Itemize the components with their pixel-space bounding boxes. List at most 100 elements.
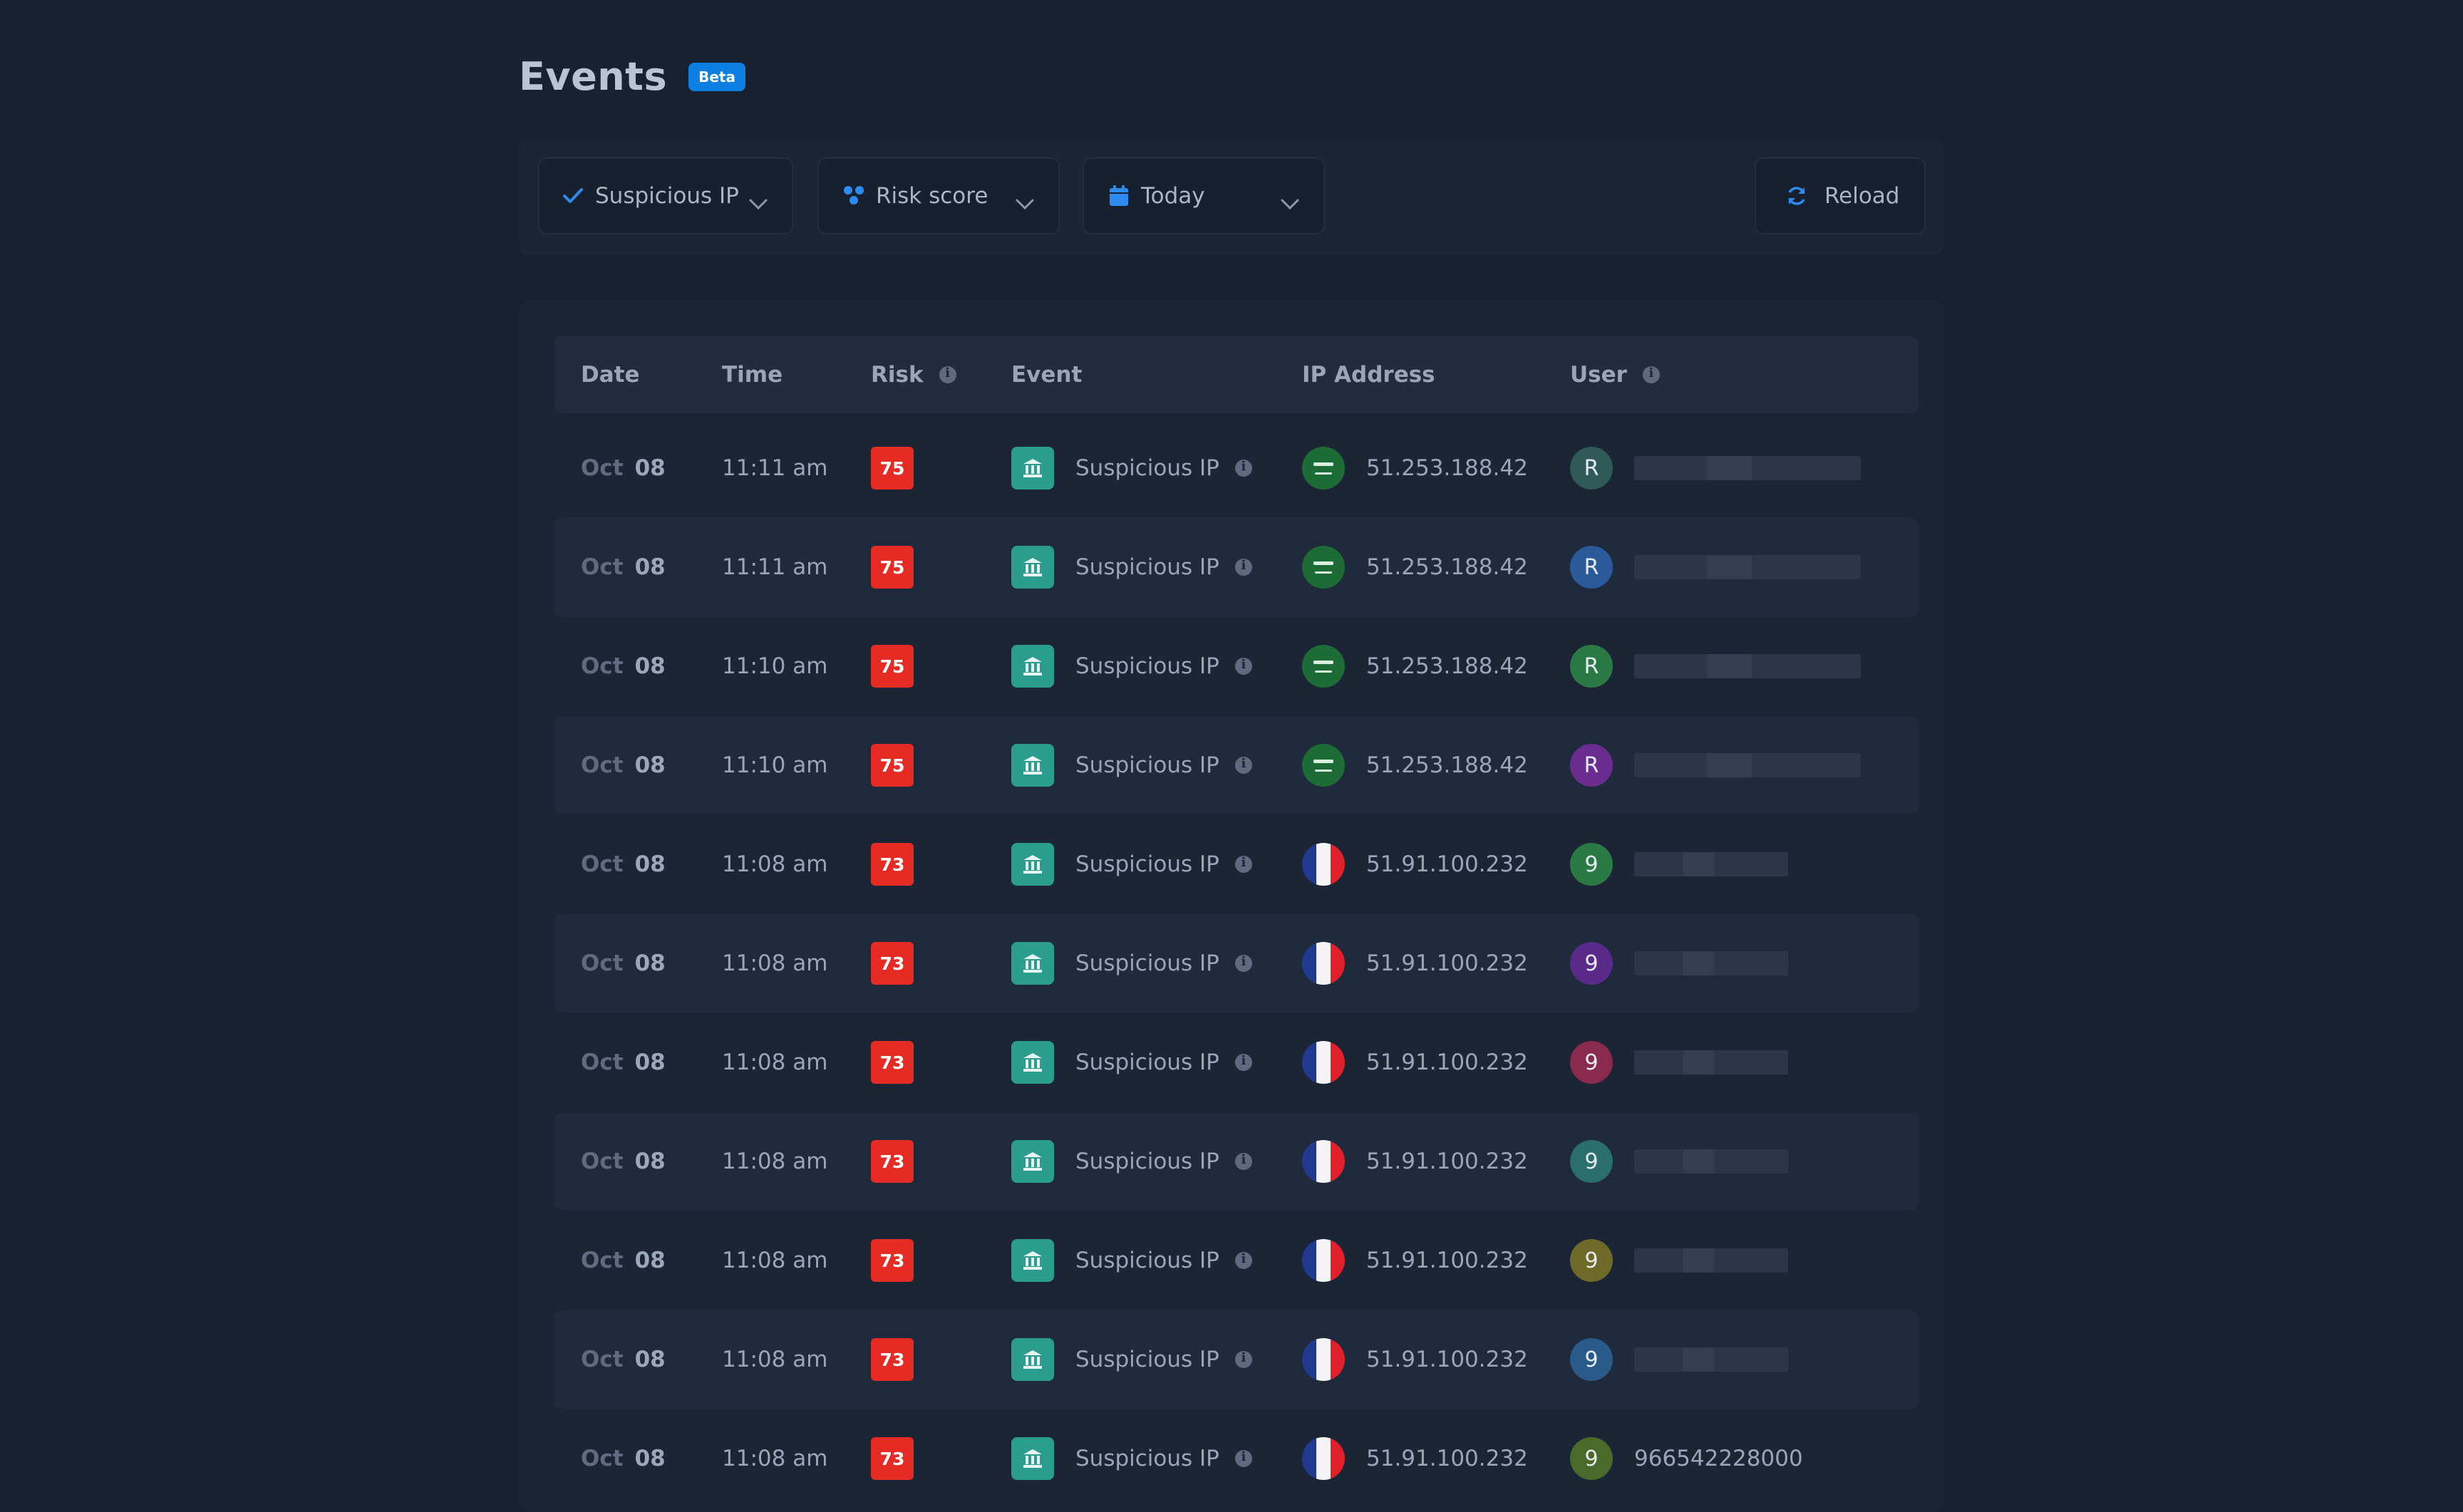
column-event[interactable]: Event xyxy=(1011,362,1082,388)
table-row[interactable]: Oct 08 11:11 am 75 Suspicious IP 51.253.188.4… xyxy=(554,518,1919,616)
table-row[interactable]: Oct 08 11:10 am 75 Suspicious IP 51.253.188.4… xyxy=(554,716,1919,814)
table-row[interactable]: Oct 08 11:08 am 73 Suspicious IP 51.91.100.23… xyxy=(554,1013,1919,1112)
avatar[interactable]: 9 xyxy=(1570,1338,1613,1381)
info-icon[interactable] xyxy=(1234,1251,1252,1269)
user-redacted xyxy=(1634,1347,1788,1372)
avatar[interactable]: 9 xyxy=(1570,1041,1613,1084)
ip-address[interactable]: 51.91.100.232 xyxy=(1366,1446,1528,1471)
column-date[interactable]: Date xyxy=(581,362,640,388)
risk-cell: 75 xyxy=(871,518,914,616)
building-icon xyxy=(1011,546,1054,589)
table-row[interactable]: Oct 08 11:08 am 73 Suspicious IP 51.91.100.23… xyxy=(554,1409,1919,1508)
time-cell: 11:08 am xyxy=(722,1211,827,1310)
info-icon[interactable] xyxy=(1234,954,1252,972)
avatar[interactable]: R xyxy=(1570,645,1613,688)
user-redacted xyxy=(1634,1149,1788,1174)
table-row[interactable]: Oct 08 11:11 am 75 Suspicious IP 51.253.188.4… xyxy=(554,419,1919,517)
month: Oct xyxy=(581,455,624,481)
info-icon[interactable] xyxy=(1234,1053,1252,1071)
ip-address[interactable]: 51.253.188.42 xyxy=(1366,554,1528,580)
info-icon[interactable] xyxy=(1234,1449,1252,1467)
column-ip[interactable]: IP Address xyxy=(1302,362,1435,388)
column-time[interactable]: Time xyxy=(722,362,783,388)
table-row[interactable]: Oct 08 11:08 am 73 Suspicious IP 51.91.100.23… xyxy=(554,1310,1919,1409)
event-cell: Suspicious IP xyxy=(1011,419,1252,517)
table-row[interactable]: Oct 08 11:10 am 75 Suspicious IP 51.253.188.4… xyxy=(554,617,1919,715)
event-cell: Suspicious IP xyxy=(1011,1211,1252,1310)
avatar[interactable]: 9 xyxy=(1570,1437,1613,1480)
avatar[interactable]: R xyxy=(1570,744,1613,787)
ip-address[interactable]: 51.253.188.42 xyxy=(1366,455,1528,481)
risk-cell: 73 xyxy=(871,1310,914,1409)
risk-score-icon xyxy=(842,184,866,208)
info-icon[interactable] xyxy=(939,366,956,383)
risk-badge: 75 xyxy=(871,645,914,688)
risk-badge: 73 xyxy=(871,1437,914,1480)
time: 11:08 am xyxy=(722,1149,828,1174)
saudi-flag-icon xyxy=(1302,447,1345,490)
table-row[interactable]: Oct 08 11:08 am 73 Suspicious IP 51.91.100.23… xyxy=(554,1112,1919,1211)
ip-cell: 51.253.188.42 xyxy=(1302,419,1528,517)
ip-address[interactable]: 51.91.100.232 xyxy=(1366,1347,1528,1372)
france-flag-icon xyxy=(1302,1041,1345,1084)
ip-address[interactable]: 51.91.100.232 xyxy=(1366,1149,1528,1174)
avatar[interactable]: R xyxy=(1570,546,1613,589)
column-ip-label: IP Address xyxy=(1302,362,1435,388)
risk-badge: 73 xyxy=(871,1338,914,1381)
risk-cell: 75 xyxy=(871,716,914,814)
event-cell: Suspicious IP xyxy=(1011,1112,1252,1211)
ip-cell: 51.91.100.232 xyxy=(1302,1013,1528,1112)
time: 11:08 am xyxy=(722,1347,828,1372)
month: Oct xyxy=(581,951,624,976)
column-date-label: Date xyxy=(581,362,640,388)
info-icon[interactable] xyxy=(1234,558,1252,576)
avatar[interactable]: 9 xyxy=(1570,1140,1613,1183)
user-id: 966542228000 xyxy=(1634,1446,1803,1471)
info-icon[interactable] xyxy=(1234,756,1252,774)
month: Oct xyxy=(581,1050,624,1075)
column-event-label: Event xyxy=(1011,362,1083,388)
building-icon xyxy=(1011,744,1054,787)
risk-cell: 73 xyxy=(871,1013,914,1112)
ip-address[interactable]: 51.91.100.232 xyxy=(1366,1050,1528,1075)
avatar[interactable]: 9 xyxy=(1570,843,1613,886)
ip-address[interactable]: 51.91.100.232 xyxy=(1366,951,1528,976)
calendar-icon xyxy=(1107,184,1131,208)
info-icon[interactable] xyxy=(1234,657,1252,675)
time-cell: 11:08 am xyxy=(722,1310,827,1409)
ip-address[interactable]: 51.91.100.232 xyxy=(1366,1248,1528,1273)
ip-address[interactable]: 51.253.188.42 xyxy=(1366,653,1528,679)
day: 08 xyxy=(634,1149,666,1174)
table-row[interactable]: Oct 08 11:08 am 73 Suspicious IP 51.91.100.23… xyxy=(554,1211,1919,1310)
avatar[interactable]: R xyxy=(1570,447,1613,490)
reload-label: Reload xyxy=(1824,183,1900,209)
day: 08 xyxy=(634,752,666,778)
ip-address[interactable]: 51.253.188.42 xyxy=(1366,752,1528,778)
day: 08 xyxy=(634,1446,666,1471)
info-icon[interactable] xyxy=(1234,459,1252,477)
user-redacted xyxy=(1634,753,1861,777)
france-flag-icon xyxy=(1302,843,1345,886)
avatar[interactable]: 9 xyxy=(1570,1239,1613,1282)
ip-address[interactable]: 51.91.100.232 xyxy=(1366,851,1528,877)
table-row[interactable]: Oct 08 11:08 am 73 Suspicious IP 51.91.100.23… xyxy=(554,815,1919,913)
date-filter[interactable]: Today xyxy=(1083,157,1325,234)
column-user[interactable]: User xyxy=(1570,362,1660,388)
event-type-filter[interactable]: Suspicious IP xyxy=(538,157,793,234)
table-row[interactable]: Oct 08 11:08 am 73 Suspicious IP 51.91.100.23… xyxy=(554,914,1919,1013)
info-icon[interactable] xyxy=(1642,366,1660,383)
info-icon[interactable] xyxy=(1234,1350,1252,1368)
time: 11:08 am xyxy=(722,1050,828,1075)
event-label: Suspicious IP xyxy=(1075,554,1219,580)
user-cell: 9 xyxy=(1570,815,1788,913)
event-label: Suspicious IP xyxy=(1075,1149,1219,1174)
avatar[interactable]: 9 xyxy=(1570,942,1613,985)
user-redacted xyxy=(1634,1248,1788,1273)
reload-button[interactable]: Reload xyxy=(1755,157,1926,234)
info-icon[interactable] xyxy=(1234,855,1252,873)
column-risk[interactable]: Risk xyxy=(871,362,956,388)
date-filter-label: Today xyxy=(1141,183,1205,209)
date-cell: Oct 08 xyxy=(581,1409,666,1508)
risk-score-filter[interactable]: Risk score xyxy=(817,157,1060,234)
info-icon[interactable] xyxy=(1234,1152,1252,1170)
